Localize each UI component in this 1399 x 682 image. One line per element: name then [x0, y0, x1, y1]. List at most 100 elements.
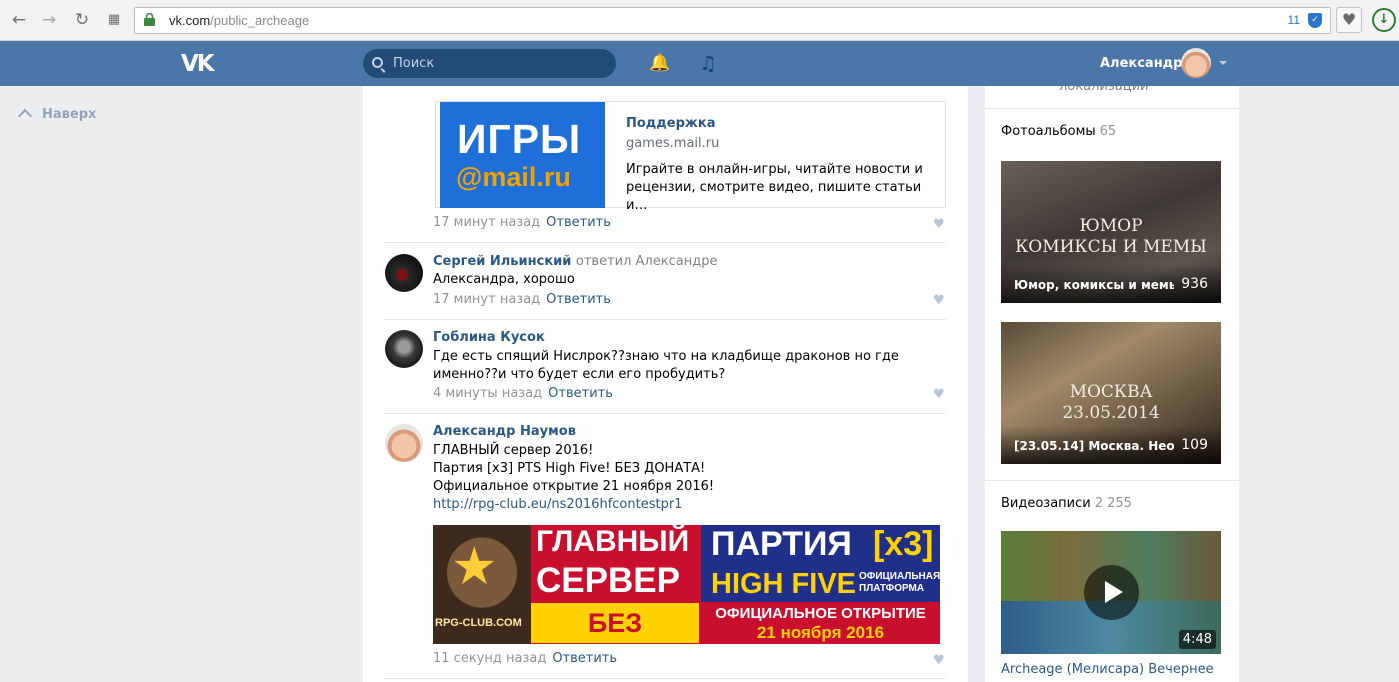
like-heart-icon[interactable]: ♥ [933, 218, 945, 231]
banner-text: ПАРТИЯ [711, 525, 852, 563]
like-heart-icon[interactable]: ♥ [933, 654, 945, 667]
comment-text-line: ГЛАВНЫЙ сервер 2016! [433, 443, 594, 458]
link-card-thumbnail[interactable]: ИГРЫ @mail.ru [440, 102, 605, 208]
divider [384, 678, 946, 679]
divider [985, 480, 1239, 481]
album-cover-text: 23.05.2014 [1062, 403, 1160, 423]
comment-time[interactable]: 17 минут назад [433, 215, 540, 230]
avatar[interactable] [385, 254, 423, 292]
banner-emblem: ★ RPG-CLUB.COM [433, 525, 531, 644]
link-card-description: Играйте в онлайн-игры, читайте новости и… [626, 162, 923, 213]
comment-time[interactable]: 17 минут назад [433, 292, 540, 307]
comment-time[interactable]: 11 секунд назад [433, 651, 546, 666]
comment-author[interactable]: Александр Наумов [433, 424, 576, 439]
banner-text: ОФИЦИАЛЬНОЕ ОТКРЫТИЕ [715, 605, 926, 622]
apps-grid-icon[interactable]: ▦ [104, 10, 124, 30]
forward-icon[interactable]: → [39, 10, 59, 30]
comment-author: Сергей Ильинский ответил Александре [433, 254, 717, 269]
banner-text: БЕЗ ДОНАТА [531, 603, 699, 643]
comment-meta: 4 минуты назад Ответить [433, 386, 613, 401]
play-icon[interactable] [1084, 565, 1139, 620]
photo-albums-header[interactable]: Фотоальбомы 65 [1001, 124, 1116, 139]
comment-text-line: именно??и что будет если его пробудить? [433, 367, 726, 382]
section-label: Видеозаписи [1001, 496, 1091, 511]
avatar[interactable] [1181, 48, 1211, 78]
url-text: vk.com/public_archeage [169, 13, 310, 28]
photo-album[interactable]: МОСКВА 23.05.2014 [23.05.14] Москва. Нео… [1001, 322, 1221, 464]
search-box[interactable] [363, 49, 616, 78]
vk-logo[interactable]: VK [181, 51, 215, 77]
music-icon[interactable]: ♫ [699, 51, 717, 75]
download-extension-icon[interactable]: ↓ [1372, 8, 1396, 32]
user-name[interactable]: Александр [1100, 56, 1183, 71]
search-input[interactable] [393, 54, 603, 73]
search-icon [372, 57, 383, 68]
video-title[interactable]: Archeage (Мелисара) Вечернее [1001, 662, 1214, 677]
star-icon: ★ [451, 537, 498, 597]
album-count: 109 [1181, 437, 1208, 453]
avatar[interactable] [385, 330, 423, 368]
link-card[interactable]: ИГРЫ @mail.ru Поддержка games.mail.ru Иг… [435, 101, 946, 213]
reply-target: ответил Александре [575, 254, 718, 269]
link-card-title[interactable]: Поддержка [626, 116, 715, 131]
videos-header[interactable]: Видеозаписи 2 255 [1001, 496, 1132, 511]
comment-text: ГЛАВНЫЙ сервер 2016! Партия [x3] PTS Hig… [433, 442, 714, 514]
divider [384, 413, 946, 414]
album-title: [23.05.14] Москва. Нео… [1014, 439, 1174, 453]
reload-icon[interactable]: ↻ [72, 10, 92, 30]
site-header: VK 🔔 ♫ Александр [0, 41, 1399, 86]
cut-off-text: локализации [1059, 86, 1149, 94]
link-card-domain: games.mail.ru [626, 136, 720, 151]
extension-badge-count: 11 [1287, 13, 1300, 27]
album-title: Юмор, комиксы и мемы [1014, 278, 1174, 292]
heart-extension-icon[interactable]: ♥ [1336, 7, 1362, 33]
lock-icon [144, 13, 155, 26]
back-icon[interactable]: ← [9, 10, 29, 30]
comment-time[interactable]: 4 минуты назад [433, 386, 542, 401]
address-bar[interactable]: vk.com/public_archeage 11 ✓ [134, 7, 1331, 34]
banner-middle: ГЛАВНЫЙ СЕРВЕР БЕЗ ДОНАТА [531, 525, 701, 644]
bell-icon[interactable]: 🔔 [649, 53, 670, 73]
thumb-logo-subtext: @mail.ru [456, 162, 571, 192]
comments-feed: ИГРЫ @mail.ru Поддержка games.mail.ru Иг… [363, 86, 968, 682]
photo-album[interactable]: ЮМОР КОМИКСЫ И МЕМЫ Юмор, комиксы и мемы… [1001, 161, 1221, 303]
section-label: Фотоальбомы [1001, 124, 1096, 139]
scroll-up-link[interactable]: Наверх [17, 107, 96, 124]
divider [384, 242, 946, 243]
comment-meta: 11 секунд назад Ответить [433, 651, 617, 666]
banner-text: [x3] [873, 525, 934, 563]
like-heart-icon[interactable]: ♥ [933, 388, 945, 401]
comment-author[interactable]: Гоблина Кусок [433, 330, 545, 345]
right-sidebar: локализации Фотоальбомы 65 ЮМОР КОМИКСЫ И… [985, 86, 1239, 682]
comment-text-line: Где есть спящий Нислрок??знаю что на кла… [433, 349, 899, 364]
video-duration: 4:48 [1178, 630, 1216, 649]
shield-icon[interactable]: ✓ [1308, 13, 1322, 28]
section-count: 2 255 [1094, 496, 1132, 511]
thumb-logo-text: ИГРЫ [457, 116, 582, 162]
chevron-down-icon[interactable] [1219, 61, 1227, 65]
banner-text: HIGH FIVE [711, 568, 857, 600]
chevron-up-icon [17, 108, 33, 124]
reply-button[interactable]: Ответить [548, 386, 613, 401]
comment-meta: 17 минут назад Ответить [433, 215, 611, 230]
banner-text: СЕРВЕР [536, 561, 680, 600]
reply-button[interactable]: Ответить [546, 215, 611, 230]
banner-site-text: RPG-CLUB.COM [435, 617, 522, 629]
like-heart-icon[interactable]: ♥ [933, 294, 945, 307]
promo-banner-image[interactable]: ★ RPG-CLUB.COM ГЛАВНЫЙ СЕРВЕР БЕЗ ДОНАТА… [433, 525, 940, 644]
comment-text-line: Партия [x3] PTS High Five! БЕЗ ДОНАТА! [433, 461, 706, 476]
comment-link[interactable]: http://rpg-club.eu/ns2016hfcontestpr1 [433, 496, 714, 514]
reply-button[interactable]: Ответить [552, 651, 617, 666]
avatar[interactable] [385, 424, 423, 462]
author-name[interactable]: Сергей Ильинский [433, 254, 571, 269]
comment-text: Где есть спящий Нислрок??знаю что на кла… [433, 348, 899, 384]
divider [985, 108, 1239, 109]
divider [384, 319, 946, 320]
video-thumbnail[interactable]: 4:48 [1001, 531, 1221, 654]
banner-text: ГЛАВНЫЙ [536, 525, 690, 558]
section-count: 65 [1099, 124, 1117, 139]
album-count: 936 [1181, 276, 1208, 292]
banner-text: ОФИЦИАЛЬНАЯ ПЛАТФОРМА [859, 571, 940, 594]
reply-button[interactable]: Ответить [546, 292, 611, 307]
album-cover-text: МОСКВА [1069, 382, 1153, 402]
